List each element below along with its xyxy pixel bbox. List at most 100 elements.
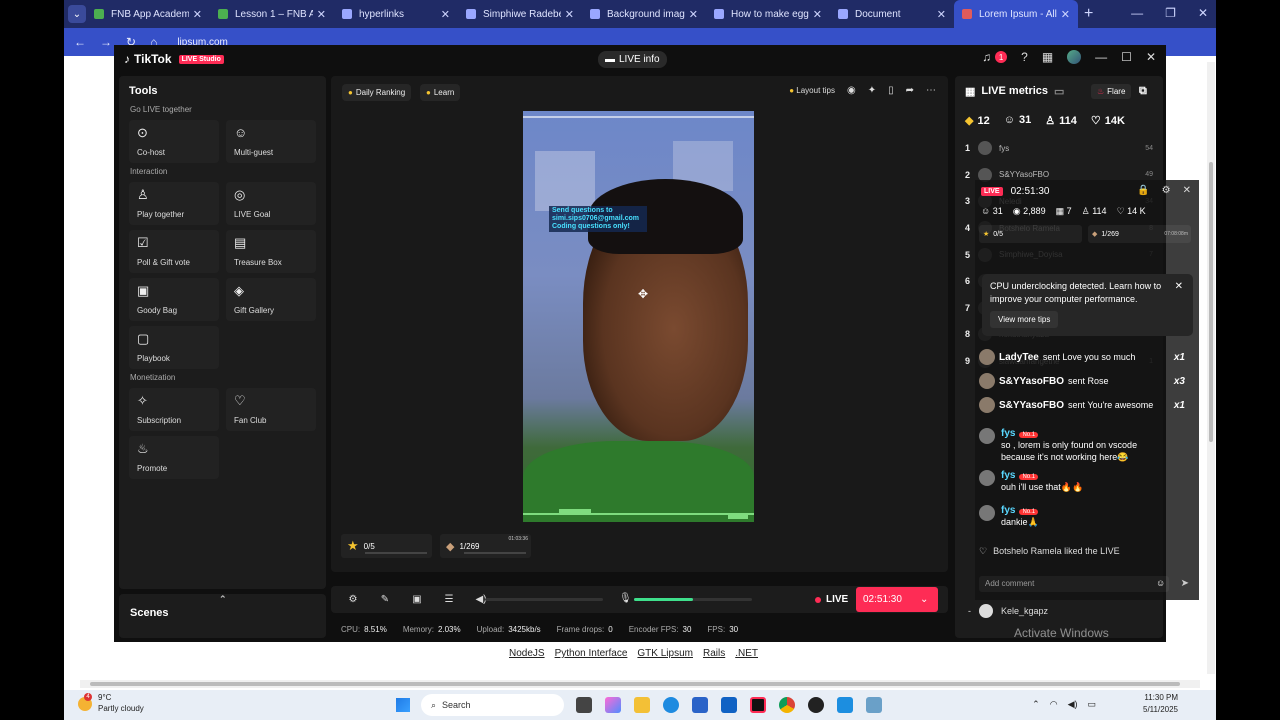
battery-icon[interactable]: ▭ [1087,699,1096,710]
maximize-icon[interactable]: ☐ [1121,50,1132,64]
browser-tab[interactable]: How to make eggs ✕ [706,0,830,28]
gift-icon[interactable]: ▦ [1042,50,1053,64]
tab-close-icon[interactable]: ✕ [1061,8,1070,21]
wifi-icon[interactable]: ◠ [1050,699,1058,710]
browser-tab[interactable]: Simphiwe Radebe | F ✕ [458,0,582,28]
tool-playbook[interactable]: ▢ Playbook [129,326,219,369]
close-icon[interactable]: ✕ [1183,185,1191,196]
portrait-icon[interactable]: ▯ [888,85,894,96]
bell-icon[interactable]: ♫ [982,50,991,64]
live-info-button[interactable]: ▬ LIVE info [598,51,667,68]
vertical-scrollbar[interactable] [1207,62,1215,674]
tool-fan-club[interactable]: ♡ Fan Club [226,388,316,431]
adjust-icon[interactable]: ☰ [439,594,459,605]
mic-level-slider[interactable] [634,598,752,601]
tab-close-icon[interactable]: ✕ [441,8,450,21]
footer-link[interactable]: .NET [735,648,758,659]
sparkle-icon[interactable]: ✦ [868,85,876,96]
add-comment-input[interactable]: Add comment [979,576,1169,592]
chrome-icon[interactable] [779,697,795,713]
browser-tab[interactable]: Document ✕ [830,0,954,28]
tiktok-icon[interactable] [750,697,766,713]
view-more-tips-button[interactable]: View more tips [990,311,1059,328]
footer-link[interactable]: GTK Lipsum [637,648,693,659]
scenes-panel[interactable]: ⌃ Scenes [119,594,326,638]
tab-close-icon[interactable]: ✕ [193,8,202,21]
tab-close-icon[interactable]: ✕ [813,8,822,21]
screen-icon[interactable]: ▣ [407,594,427,605]
send-icon[interactable]: ➤ [1181,578,1189,589]
learn-button[interactable]: ● Learn [420,84,461,101]
tool-poll-gift-vote[interactable]: ☑ Poll & Gift vote [129,230,219,273]
tool-treasure-box[interactable]: ▤ Treasure Box [226,230,316,273]
text-overlay[interactable]: Send questions to simi.sips0706@gmail.co… [549,206,647,232]
popout-icon[interactable]: ⧉ [1139,85,1147,98]
copilot-icon[interactable] [605,697,621,713]
live-goal-widget[interactable]: ★ 0/5 [979,225,1082,243]
browser-tab[interactable]: FNB App Academy ✕ [86,0,210,28]
flare-button[interactable]: ♨ Flare [1091,84,1132,99]
tool-goody-bag[interactable]: ▣ Goody Bag [129,278,219,321]
tool-promote[interactable]: ♨ Promote [129,436,219,479]
chevron-up-icon[interactable]: ⌃ [1032,699,1040,710]
taskbar-search[interactable]: ⌕ Search [421,694,564,716]
gift-goal-widget[interactable]: ◆ 1/269 01:03:36 [440,534,531,558]
footer-link[interactable]: NodeJS [509,648,545,659]
more-icon[interactable]: ⋯ [926,85,936,96]
browser-tab[interactable]: Background image ✕ [582,0,706,28]
browser-tab[interactable]: Lorem Ipsum - All the ✕ [954,0,1078,28]
tool-gift-gallery[interactable]: ◈ Gift Gallery [226,278,316,321]
daily-ranking-button[interactable]: ● Daily Ranking [342,84,412,101]
avatar[interactable] [1067,50,1082,64]
new-tab-icon[interactable]: + [1084,5,1093,23]
edge-icon[interactable] [663,697,679,713]
volume-icon[interactable]: ◀) [1068,699,1078,710]
scrollbar-thumb[interactable] [1209,162,1213,442]
back-icon[interactable]: ← [74,35,86,49]
browser-tab[interactable]: hyperlinks ✕ [334,0,458,28]
close-icon[interactable]: ✕ [1175,280,1183,293]
ranking-item[interactable]: 1 fys 54 [965,135,1153,162]
settings-icon[interactable]: ⚙ [343,594,363,605]
volume-slider[interactable] [485,598,603,601]
tab-close-icon[interactable]: ✕ [689,8,698,21]
record-icon[interactable]: ◉ [847,85,856,96]
tool-co-host[interactable]: ⊙ Co-host [129,120,219,163]
vscode-icon[interactable] [837,697,853,713]
end-live-button[interactable]: 02:51:30 ⌄ [856,587,938,612]
browser-tab[interactable]: Lesson 1 – FNB App ✕ [210,0,334,28]
live-goal-widget[interactable]: ★ 0/5 [341,534,432,558]
horizontal-scrollbar[interactable] [80,680,1200,688]
obs-icon[interactable] [808,697,824,713]
tool-live-goal[interactable]: ◎ LIVE Goal [226,182,316,225]
copy-icon[interactable]: ▭ [1054,85,1064,98]
lock-icon[interactable]: 🔒 [1137,185,1149,196]
tool-play-together[interactable]: ♙ Play together [129,182,219,225]
tool-multi-guest[interactable]: ☺ Multi-guest [226,120,316,163]
emoji-icon[interactable]: ☺ [1156,578,1165,588]
chevron-up-icon[interactable]: ⌃ [219,594,227,605]
minimize-icon[interactable]: — [1095,50,1107,64]
outlook-icon[interactable] [721,697,737,713]
gift-goal-widget[interactable]: ◆ 1/269 07:08:08m [1088,225,1191,243]
store-icon[interactable] [692,697,708,713]
footer-link[interactable]: Python Interface [555,648,628,659]
microphone-icon[interactable]: 🎙 [619,593,632,604]
scrollbar-thumb[interactable] [90,682,1180,686]
close-icon[interactable]: ✕ [1198,6,1208,20]
tab-close-icon[interactable]: ✕ [565,8,574,21]
tab-list-chevron-icon[interactable]: ⌄ [68,5,86,23]
chevron-down-icon[interactable]: ⌄ [920,594,928,605]
close-icon[interactable]: ✕ [1146,50,1156,64]
footer-link[interactable]: Rails [703,648,725,659]
effects-wand-icon[interactable]: ✎ [375,594,395,605]
tab-close-icon[interactable]: ✕ [937,8,946,21]
restore-icon[interactable]: ❐ [1165,6,1176,20]
terminal-icon[interactable] [866,697,882,713]
forward-icon[interactable]: → [100,35,112,49]
weather-widget[interactable]: 4 9°C Partly cloudy [78,692,144,714]
clock[interactable]: 11:30 PM 5/11/2025 [1143,692,1178,716]
tool-subscription[interactable]: ✧ Subscription [129,388,219,431]
help-icon[interactable]: ? [1021,50,1028,64]
share-icon[interactable]: ➦ [906,85,914,96]
